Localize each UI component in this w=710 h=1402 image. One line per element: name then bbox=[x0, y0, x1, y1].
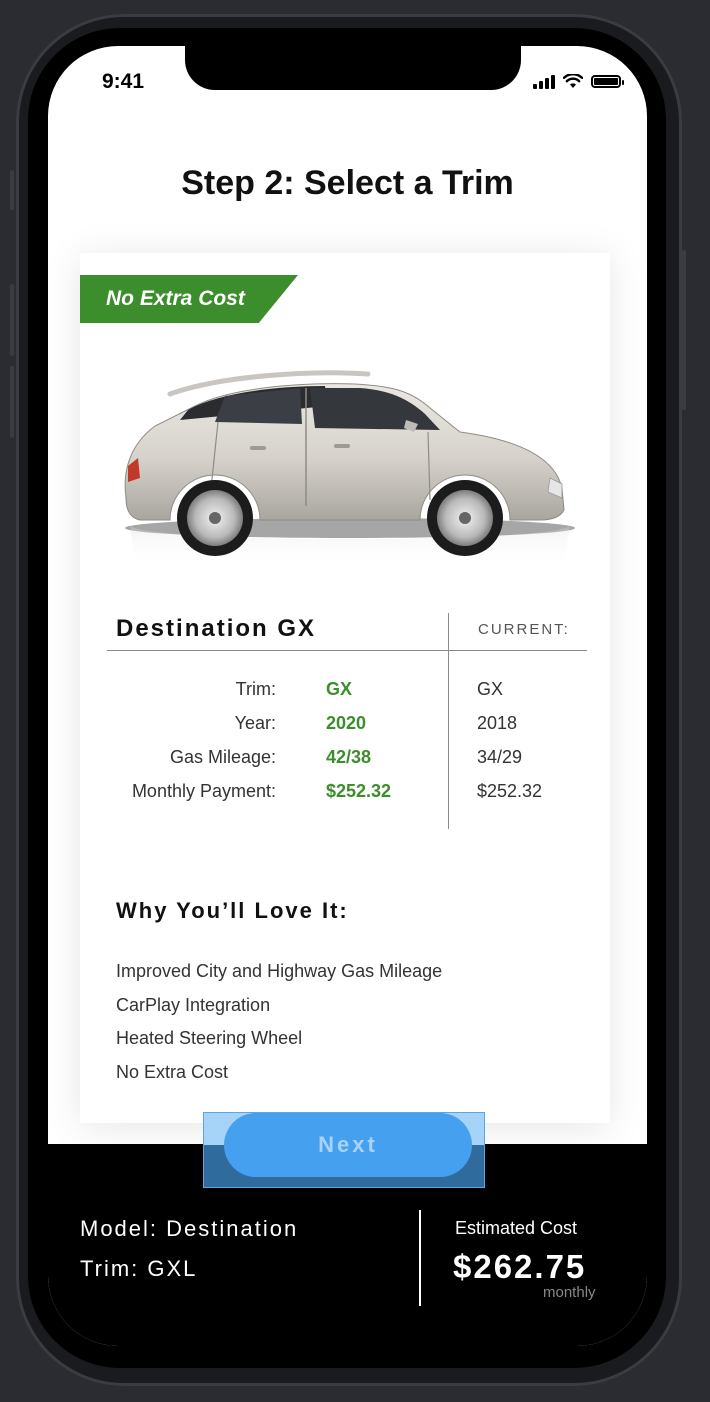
car-image bbox=[110, 348, 590, 588]
estimated-cost-period: monthly bbox=[543, 1284, 596, 1301]
spec-current: GX bbox=[477, 679, 504, 699]
love-item: Improved City and Highway Gas Mileage bbox=[116, 961, 443, 981]
spec-value: GX bbox=[326, 679, 353, 699]
summary-divider bbox=[419, 1210, 421, 1306]
spec-label: Trim: bbox=[235, 679, 276, 699]
mute-switch bbox=[10, 170, 14, 210]
battery-icon bbox=[591, 75, 624, 88]
why-love-title: Why You’ll Love It: bbox=[116, 898, 349, 923]
spec-row-trim: Trim: GX GX bbox=[80, 679, 610, 709]
status-time: 9:41 bbox=[102, 70, 145, 93]
spec-row-monthly-payment: Monthly Payment: $252.32 $252.32 bbox=[80, 781, 610, 811]
wifi-icon bbox=[563, 74, 583, 88]
trim-card[interactable]: No Extra Cost Destination GX CURRENT: Tr… bbox=[80, 253, 610, 1123]
spec-row-year: Year: 2020 2018 bbox=[80, 713, 610, 743]
summary-trim: Trim: GXL bbox=[80, 1256, 198, 1281]
spec-value: $252.32 bbox=[326, 781, 392, 801]
current-header: CURRENT: bbox=[478, 621, 570, 638]
notch bbox=[185, 46, 521, 90]
volume-down-button bbox=[10, 366, 14, 438]
love-item: Heated Steering Wheel bbox=[116, 1028, 303, 1048]
header-divider bbox=[107, 650, 587, 651]
screen: 9:41 Step 2: Select a Trim No Extra Cost bbox=[48, 46, 647, 1346]
spec-current: 34/29 bbox=[477, 747, 523, 767]
spec-current: $252.32 bbox=[477, 781, 543, 801]
next-button-container: Next bbox=[203, 1112, 485, 1188]
spec-label: Year: bbox=[234, 713, 276, 733]
no-extra-cost-badge: No Extra Cost bbox=[80, 275, 298, 323]
cellular-signal-icon bbox=[533, 74, 555, 89]
estimated-cost-label: Estimated Cost bbox=[455, 1218, 578, 1238]
estimated-cost-amount: $262.75 bbox=[453, 1248, 587, 1285]
spec-label: Monthly Payment: bbox=[131, 781, 276, 801]
spec-value: 2020 bbox=[326, 713, 367, 733]
model-name: Destination GX bbox=[116, 615, 317, 642]
spec-current: 2018 bbox=[477, 713, 518, 733]
summary-model: Model: Destination bbox=[80, 1216, 299, 1241]
next-button[interactable]: Next bbox=[224, 1113, 472, 1177]
love-item: CarPlay Integration bbox=[116, 995, 271, 1015]
spec-row-gas-mileage: Gas Mileage: 42/38 34/29 bbox=[80, 747, 610, 777]
love-item: No Extra Cost bbox=[116, 1062, 229, 1082]
power-button bbox=[682, 250, 686, 410]
volume-up-button bbox=[10, 284, 14, 356]
spec-label: Gas Mileage: bbox=[169, 747, 276, 767]
page-title: Step 2: Select a Trim bbox=[181, 164, 514, 202]
spec-value: 42/38 bbox=[326, 747, 372, 767]
status-icons bbox=[533, 74, 624, 89]
